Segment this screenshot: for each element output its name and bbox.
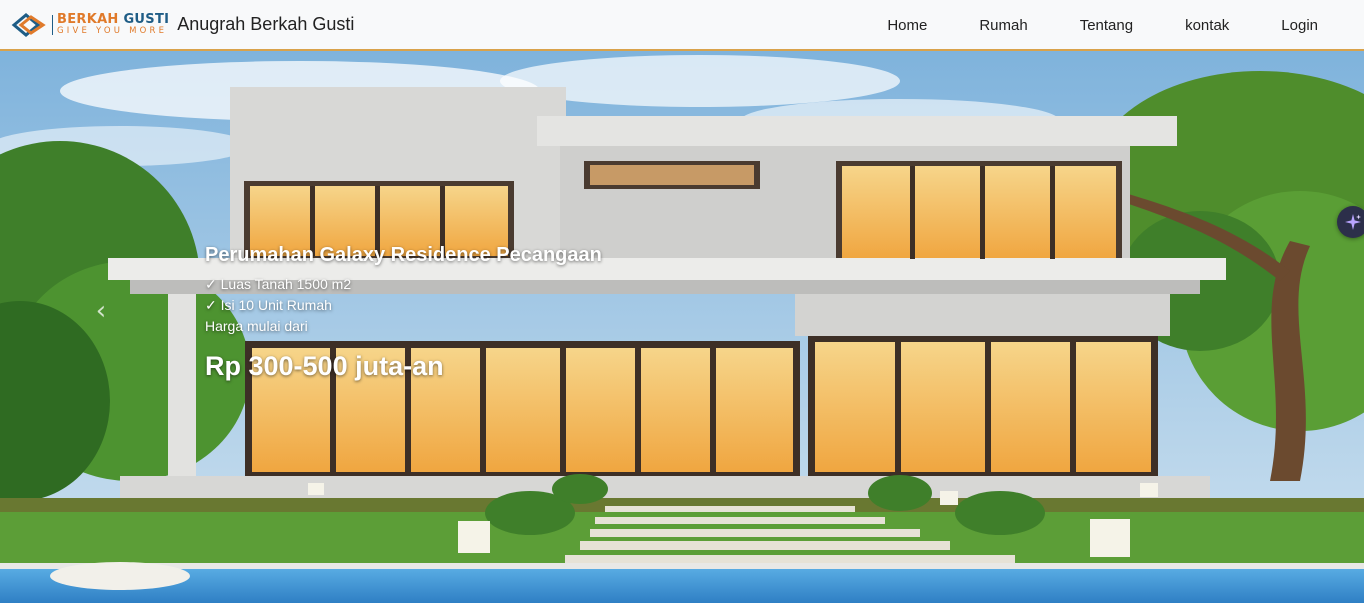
hero-carousel: ‹ Perumahan Galaxy Residence Pecangaan ✓… <box>0 51 1364 603</box>
brand-logo: BERKAH GUSTI GIVE YOU MORE <box>10 12 169 38</box>
logo-word: BERKAH GUSTI <box>57 13 169 26</box>
sparkle-icon <box>1345 214 1361 230</box>
brand-name[interactable]: Anugrah Berkah Gusti <box>177 14 354 35</box>
hero-price-label: Harga mulai dari <box>205 318 308 334</box>
navbar: BERKAH GUSTI GIVE YOU MORE Anugrah Berka… <box>0 0 1364 51</box>
nav-link-rumah[interactable]: Rumah <box>953 17 1053 34</box>
hero-price: Rp 300-500 juta-an <box>205 351 444 381</box>
hero-title: Perumahan Galaxy Residence Pecangaan <box>205 244 602 266</box>
logo-word-part1: BERKAH <box>57 12 119 28</box>
brand[interactable]: BERKAH GUSTI GIVE YOU MORE Anugrah Berka… <box>10 0 354 50</box>
logo-divider <box>52 14 53 35</box>
brand-logo-icon <box>11 12 46 37</box>
nav-link-kontak[interactable]: kontak <box>1159 17 1255 34</box>
logo-word-part2: GUSTI <box>123 12 170 28</box>
logo-text: BERKAH GUSTI GIVE YOU MORE <box>57 13 169 36</box>
nav-link-home[interactable]: Home <box>861 17 953 34</box>
chevron-left-icon: ‹ <box>95 296 107 326</box>
hero-feature-land: ✓ Luas Tanah 1500 m2 <box>205 276 352 292</box>
hero-feature-units: ✓ Isi 10 Unit Rumah <box>205 297 332 313</box>
nav-link-tentang[interactable]: Tentang <box>1054 17 1159 34</box>
assistant-button[interactable] <box>1337 206 1364 238</box>
logo-tagline: GIVE YOU MORE <box>57 26 168 37</box>
hero-caption: Perumahan Galaxy Residence Pecangaan ✓ L… <box>205 243 602 382</box>
carousel-prev-button[interactable]: ‹ <box>86 291 116 331</box>
nav-link-login[interactable]: Login <box>1255 17 1364 34</box>
nav-menu: Home Rumah Tentang kontak Login <box>861 0 1364 51</box>
